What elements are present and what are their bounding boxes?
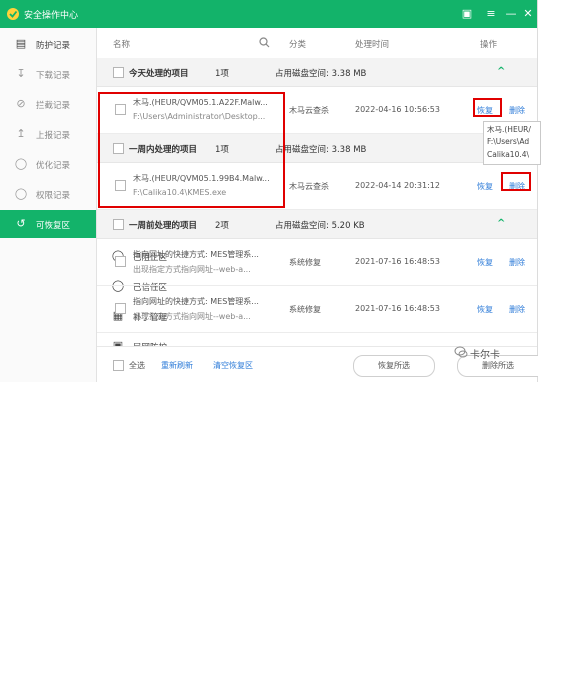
sidebar-item-permission-log[interactable]: ◯ 权限记录: [0, 180, 96, 208]
column-time[interactable]: 处理时间: [355, 38, 389, 50]
highlight-box-restore-1: [473, 98, 502, 117]
row-time: 2021-07-16 16:48:53: [355, 257, 440, 266]
sidebar-item-block-log[interactable]: ⊘ 拦截记录: [0, 90, 96, 118]
group-header-older[interactable]: 一周前处理的项目 2项 占用磁盘空间: 5.20 KB ^: [97, 210, 537, 239]
row-category: 木马云查杀: [289, 106, 329, 115]
delete-link[interactable]: 删除: [509, 304, 525, 315]
row-file-path: 出现指定方式指向网址--web-a...: [133, 265, 251, 274]
table-row[interactable]: 指向网址的快捷方式: MES管理系... 出现指定方式指向网址--web-a..…: [97, 286, 537, 333]
title-bar: 安全操作中心 ▣ ≡ — ✕: [0, 0, 537, 28]
column-action: 操作: [480, 40, 498, 50]
highlight-box-items: [98, 92, 285, 208]
group-space: 占用磁盘空间: 3.38 MB: [275, 69, 367, 79]
group-label: 一周前处理的项目: [129, 221, 198, 231]
row-file-path: 出现指定方式指向网址--web-a...: [133, 312, 251, 321]
sidebar-item-restore-zone[interactable]: ↺ 可恢复区: [0, 210, 96, 238]
column-category[interactable]: 分类: [289, 38, 306, 50]
block-icon: ⊘: [16, 97, 26, 110]
row-checkbox[interactable]: [115, 303, 126, 314]
select-all-label[interactable]: 全选: [129, 360, 145, 371]
column-name[interactable]: 名称: [113, 38, 130, 50]
group-count: 2项: [215, 221, 229, 231]
row-time: 2022-04-14 20:31:12: [355, 181, 440, 190]
tooltip-line: F:\Users\Ad: [487, 137, 530, 146]
row-checkbox[interactable]: [115, 256, 126, 267]
group-checkbox[interactable]: [113, 67, 124, 78]
group-checkbox[interactable]: [113, 219, 124, 230]
row-category: 系统修复: [289, 258, 321, 267]
sidebar-item-upload-log[interactable]: ↥ 上报记录: [0, 120, 96, 148]
row-category: 木马云查杀: [289, 182, 329, 191]
chevron-up-icon[interactable]: ^: [497, 66, 505, 77]
restore-link[interactable]: 恢复: [477, 181, 493, 192]
row-time: 2022-04-16 10:56:53: [355, 105, 440, 114]
delete-link[interactable]: 删除: [509, 105, 525, 116]
clear-restore-zone-link[interactable]: 清空恢复区: [213, 360, 253, 371]
sidebar-item-lan-protection[interactable]: ▣ 局网防护: [97, 332, 537, 686]
delete-link[interactable]: 删除: [509, 257, 525, 268]
row-category: 系统修复: [289, 305, 321, 314]
row-time: 2021-07-16 16:48:53: [355, 304, 440, 313]
group-space: 占用磁盘空间: 5.20 KB: [275, 221, 365, 231]
sidebar: ▤ 防护记录 ↧ 下载记录 ⊘ 拦截记录 ↥ 上报记录 ◯ 优化记录 ◯ 权限记…: [0, 28, 167, 382]
close-icon[interactable]: ✕: [520, 6, 536, 22]
row-threat-name: 指向网址的快捷方式: MES管理系...: [133, 250, 259, 259]
wechat-icon: [454, 346, 468, 358]
watermark-text: 卡尔卡: [470, 350, 500, 361]
minimize-icon[interactable]: —: [503, 6, 519, 22]
document-icon: ▤: [15, 37, 27, 50]
refresh-link[interactable]: 重新刷新: [161, 360, 193, 371]
app-logo-icon: [7, 8, 19, 20]
select-all-checkbox[interactable]: [113, 360, 124, 371]
table-row[interactable]: 指向网址的快捷方式: MES管理系... 出现指定方式指向网址--web-a..…: [97, 239, 537, 286]
tooltip-line: 木马.(HEUR/: [487, 125, 531, 134]
column-header: 名称 分类 处理时间 操作: [97, 28, 537, 59]
sidebar-item-optimize-log[interactable]: ◯ 优化记录: [0, 150, 96, 178]
menu-icon[interactable]: ≡: [483, 6, 499, 22]
app-title: 安全操作中心: [24, 11, 79, 21]
group-count: 1项: [215, 69, 229, 79]
restore-link[interactable]: 恢复: [477, 304, 493, 315]
tooltip-line: Calika10.4\: [487, 150, 530, 159]
row-threat-name: 指向网址的快捷方式: MES管理系...: [133, 297, 259, 306]
search-icon[interactable]: [259, 37, 270, 48]
group-header-today[interactable]: 今天处理的项目 1项 占用磁盘空间: 3.38 MB ^: [97, 58, 537, 87]
restore-icon: ↺: [16, 217, 26, 230]
group-space: 占用磁盘空间: 3.38 MB: [275, 145, 367, 155]
upload-icon: ↥: [16, 127, 26, 140]
sidebar-item-protection-log[interactable]: ▤ 防护记录: [0, 30, 96, 58]
sidebar-item-download-log[interactable]: ↧ 下载记录: [0, 60, 96, 88]
download-icon: ↧: [16, 67, 26, 80]
restore-link[interactable]: 恢复: [477, 257, 493, 268]
highlight-box-restore-2: [501, 172, 531, 191]
path-tooltip: 木马.(HEUR/ F:\Users\Ad Calika10.4\: [483, 121, 541, 165]
restore-selected-button[interactable]: 恢复所选: [353, 355, 435, 377]
group-label: 今天处理的项目: [129, 69, 189, 79]
feedback-icon[interactable]: ▣: [459, 6, 475, 22]
shield-icon: ◯: [14, 187, 28, 200]
chevron-up-icon[interactable]: ^: [497, 218, 505, 229]
optimize-icon: ◯: [14, 157, 28, 170]
